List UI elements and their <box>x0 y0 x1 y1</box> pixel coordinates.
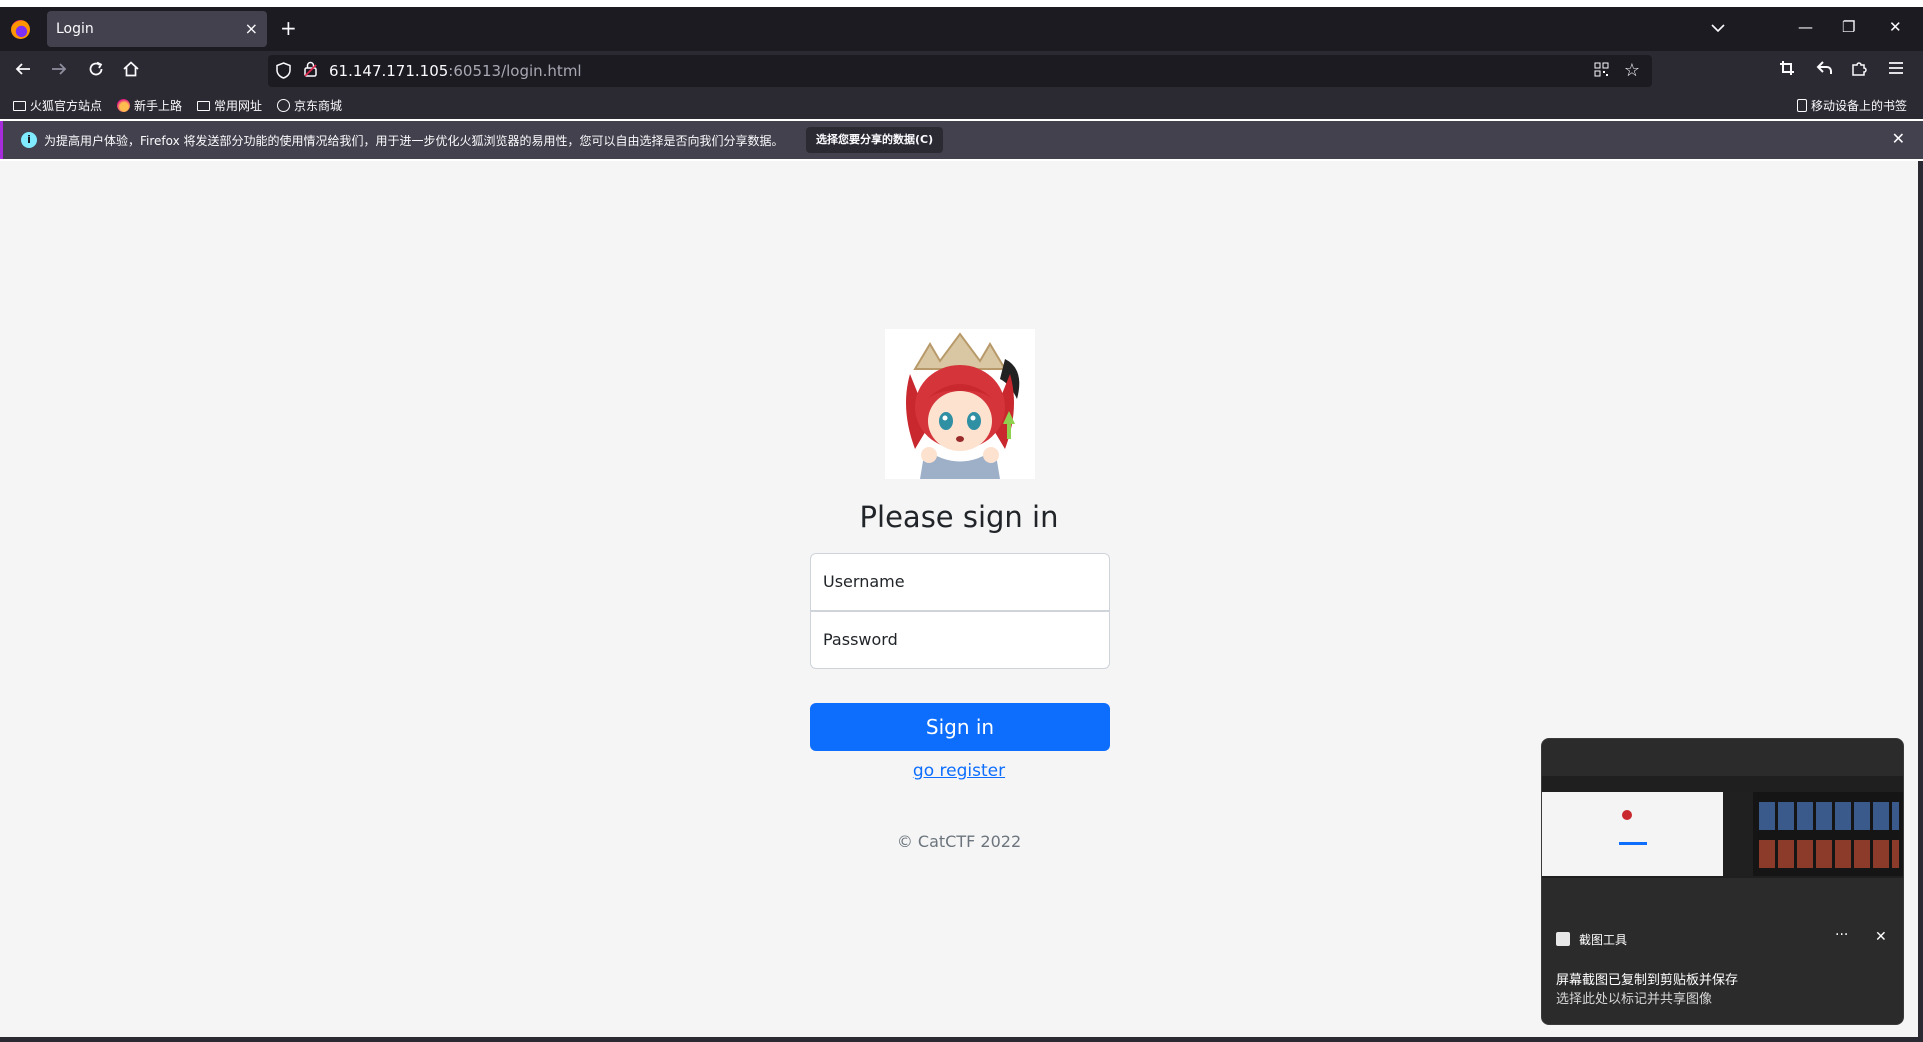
bookmark-label: 京东商城 <box>294 99 343 113</box>
thumbnail-avatar <box>1622 810 1632 820</box>
go-register-link[interactable]: go register <box>913 761 1005 781</box>
minimize-button[interactable]: — <box>1798 18 1813 36</box>
firefox-icon <box>117 99 130 112</box>
folder-icon <box>13 100 26 111</box>
notification-text: 为提高用户体验，Firefox 将发送部分功能的使用情况给我们，用于进一步优化火… <box>44 134 784 148</box>
bookmark-item[interactable]: 新手上路 <box>117 97 182 114</box>
url-bar[interactable]: 61.147.171.105:60513/login.html ☆ <box>268 55 1652 87</box>
tab-title: Login <box>56 21 94 37</box>
tracking-shield-icon[interactable] <box>276 62 291 83</box>
toast-close-button[interactable]: ✕ <box>1875 929 1887 945</box>
mobile-bookmarks[interactable]: 移动设备上的书签 <box>1797 97 1907 114</box>
tab-bar: Login × + — ❐ ✕ <box>0 7 1923 51</box>
bookmark-label: 常用网址 <box>214 99 263 113</box>
globe-icon <box>277 99 290 112</box>
thumbnail-sidebar <box>1723 792 1753 876</box>
menu-hamburger-icon[interactable] <box>1888 60 1904 80</box>
lock-icon[interactable] <box>304 61 317 77</box>
window-edge <box>1918 161 1923 1037</box>
forward-arrow-icon[interactable] <box>50 60 68 83</box>
mobile-bookmarks-label: 移动设备上的书签 <box>1811 99 1908 113</box>
bookmark-label: 火狐官方站点 <box>30 99 103 113</box>
sign-in-button[interactable]: Sign in <box>810 703 1110 751</box>
toast-submessage: 选择此处以标记并共享图像 <box>1556 992 1713 1007</box>
thumbnail-row <box>1759 840 1899 868</box>
url-text[interactable]: 61.147.171.105:60513/login.html <box>329 62 582 80</box>
notification-close-icon[interactable]: ✕ <box>1892 129 1905 148</box>
bookmark-label: 新手上路 <box>134 99 183 113</box>
password-input[interactable]: Password <box>810 611 1110 669</box>
info-icon: i <box>21 132 37 148</box>
undo-arrow-icon[interactable] <box>1816 60 1833 81</box>
home-icon[interactable] <box>122 60 140 83</box>
screenshot-crop-icon[interactable] <box>1779 60 1795 81</box>
extensions-puzzle-icon[interactable] <box>1851 60 1867 81</box>
close-window-button[interactable]: ✕ <box>1889 18 1902 36</box>
tab-list-chevron-icon[interactable] <box>1711 21 1725 37</box>
bookmark-item[interactable]: 常用网址 <box>197 97 262 114</box>
firefox-logo-icon <box>11 20 30 39</box>
taskbar-edge <box>0 1037 1923 1042</box>
mobile-device-icon <box>1797 99 1807 112</box>
thumbnail-media-grid <box>1753 792 1903 876</box>
bookmark-item[interactable]: 火狐官方站点 <box>13 97 102 114</box>
toast-message: 屏幕截图已复制到剪贴板并保存 <box>1556 973 1739 988</box>
snipping-tool-icon <box>1556 932 1570 946</box>
new-tab-button[interactable]: + <box>280 18 297 38</box>
snipping-tool-toast[interactable]: 截图工具 ··· ✕ 屏幕截图已复制到剪贴板并保存 选择此处以标记并共享图像 <box>1541 738 1904 1025</box>
qr-code-icon[interactable] <box>1594 62 1609 81</box>
toast-app-name: 截图工具 <box>1579 933 1628 947</box>
avatar-image <box>885 329 1035 479</box>
bookmark-star-icon[interactable]: ☆ <box>1624 60 1640 81</box>
top-strip <box>0 0 1923 7</box>
toast-more-button[interactable]: ··· <box>1835 927 1848 943</box>
tab-login[interactable]: Login × <box>47 11 267 47</box>
url-host: 61.147.171.105 <box>329 62 449 80</box>
folder-icon <box>197 100 210 111</box>
back-arrow-icon[interactable] <box>14 60 32 83</box>
thumbnail-button <box>1619 842 1647 845</box>
navigation-toolbar: 61.147.171.105:60513/login.html ☆ <box>0 51 1923 91</box>
bookmark-item[interactable]: 京东商城 <box>277 97 342 114</box>
screenshot-thumbnail[interactable] <box>1542 776 1903 878</box>
notification-bar: i 为提高用户体验，Firefox 将发送部分功能的使用情况给我们，用于进一步优… <box>0 121 1923 159</box>
thumbnail-page-area <box>1542 792 1723 876</box>
url-port-path: :60513/login.html <box>448 62 582 80</box>
restore-button[interactable]: ❐ <box>1842 18 1855 36</box>
thumbnail-row <box>1759 802 1899 830</box>
bookmarks-bar: 火狐官方站点 新手上路 常用网址 京东商城 移动设备上的书签 <box>0 91 1923 119</box>
username-input[interactable]: Username <box>810 553 1110 611</box>
reload-icon[interactable] <box>87 60 105 83</box>
page-title: Please sign in <box>859 500 1059 534</box>
tab-close-icon[interactable]: × <box>245 19 258 38</box>
choose-data-button[interactable]: 选择您要分享的数据(C) <box>806 127 944 153</box>
